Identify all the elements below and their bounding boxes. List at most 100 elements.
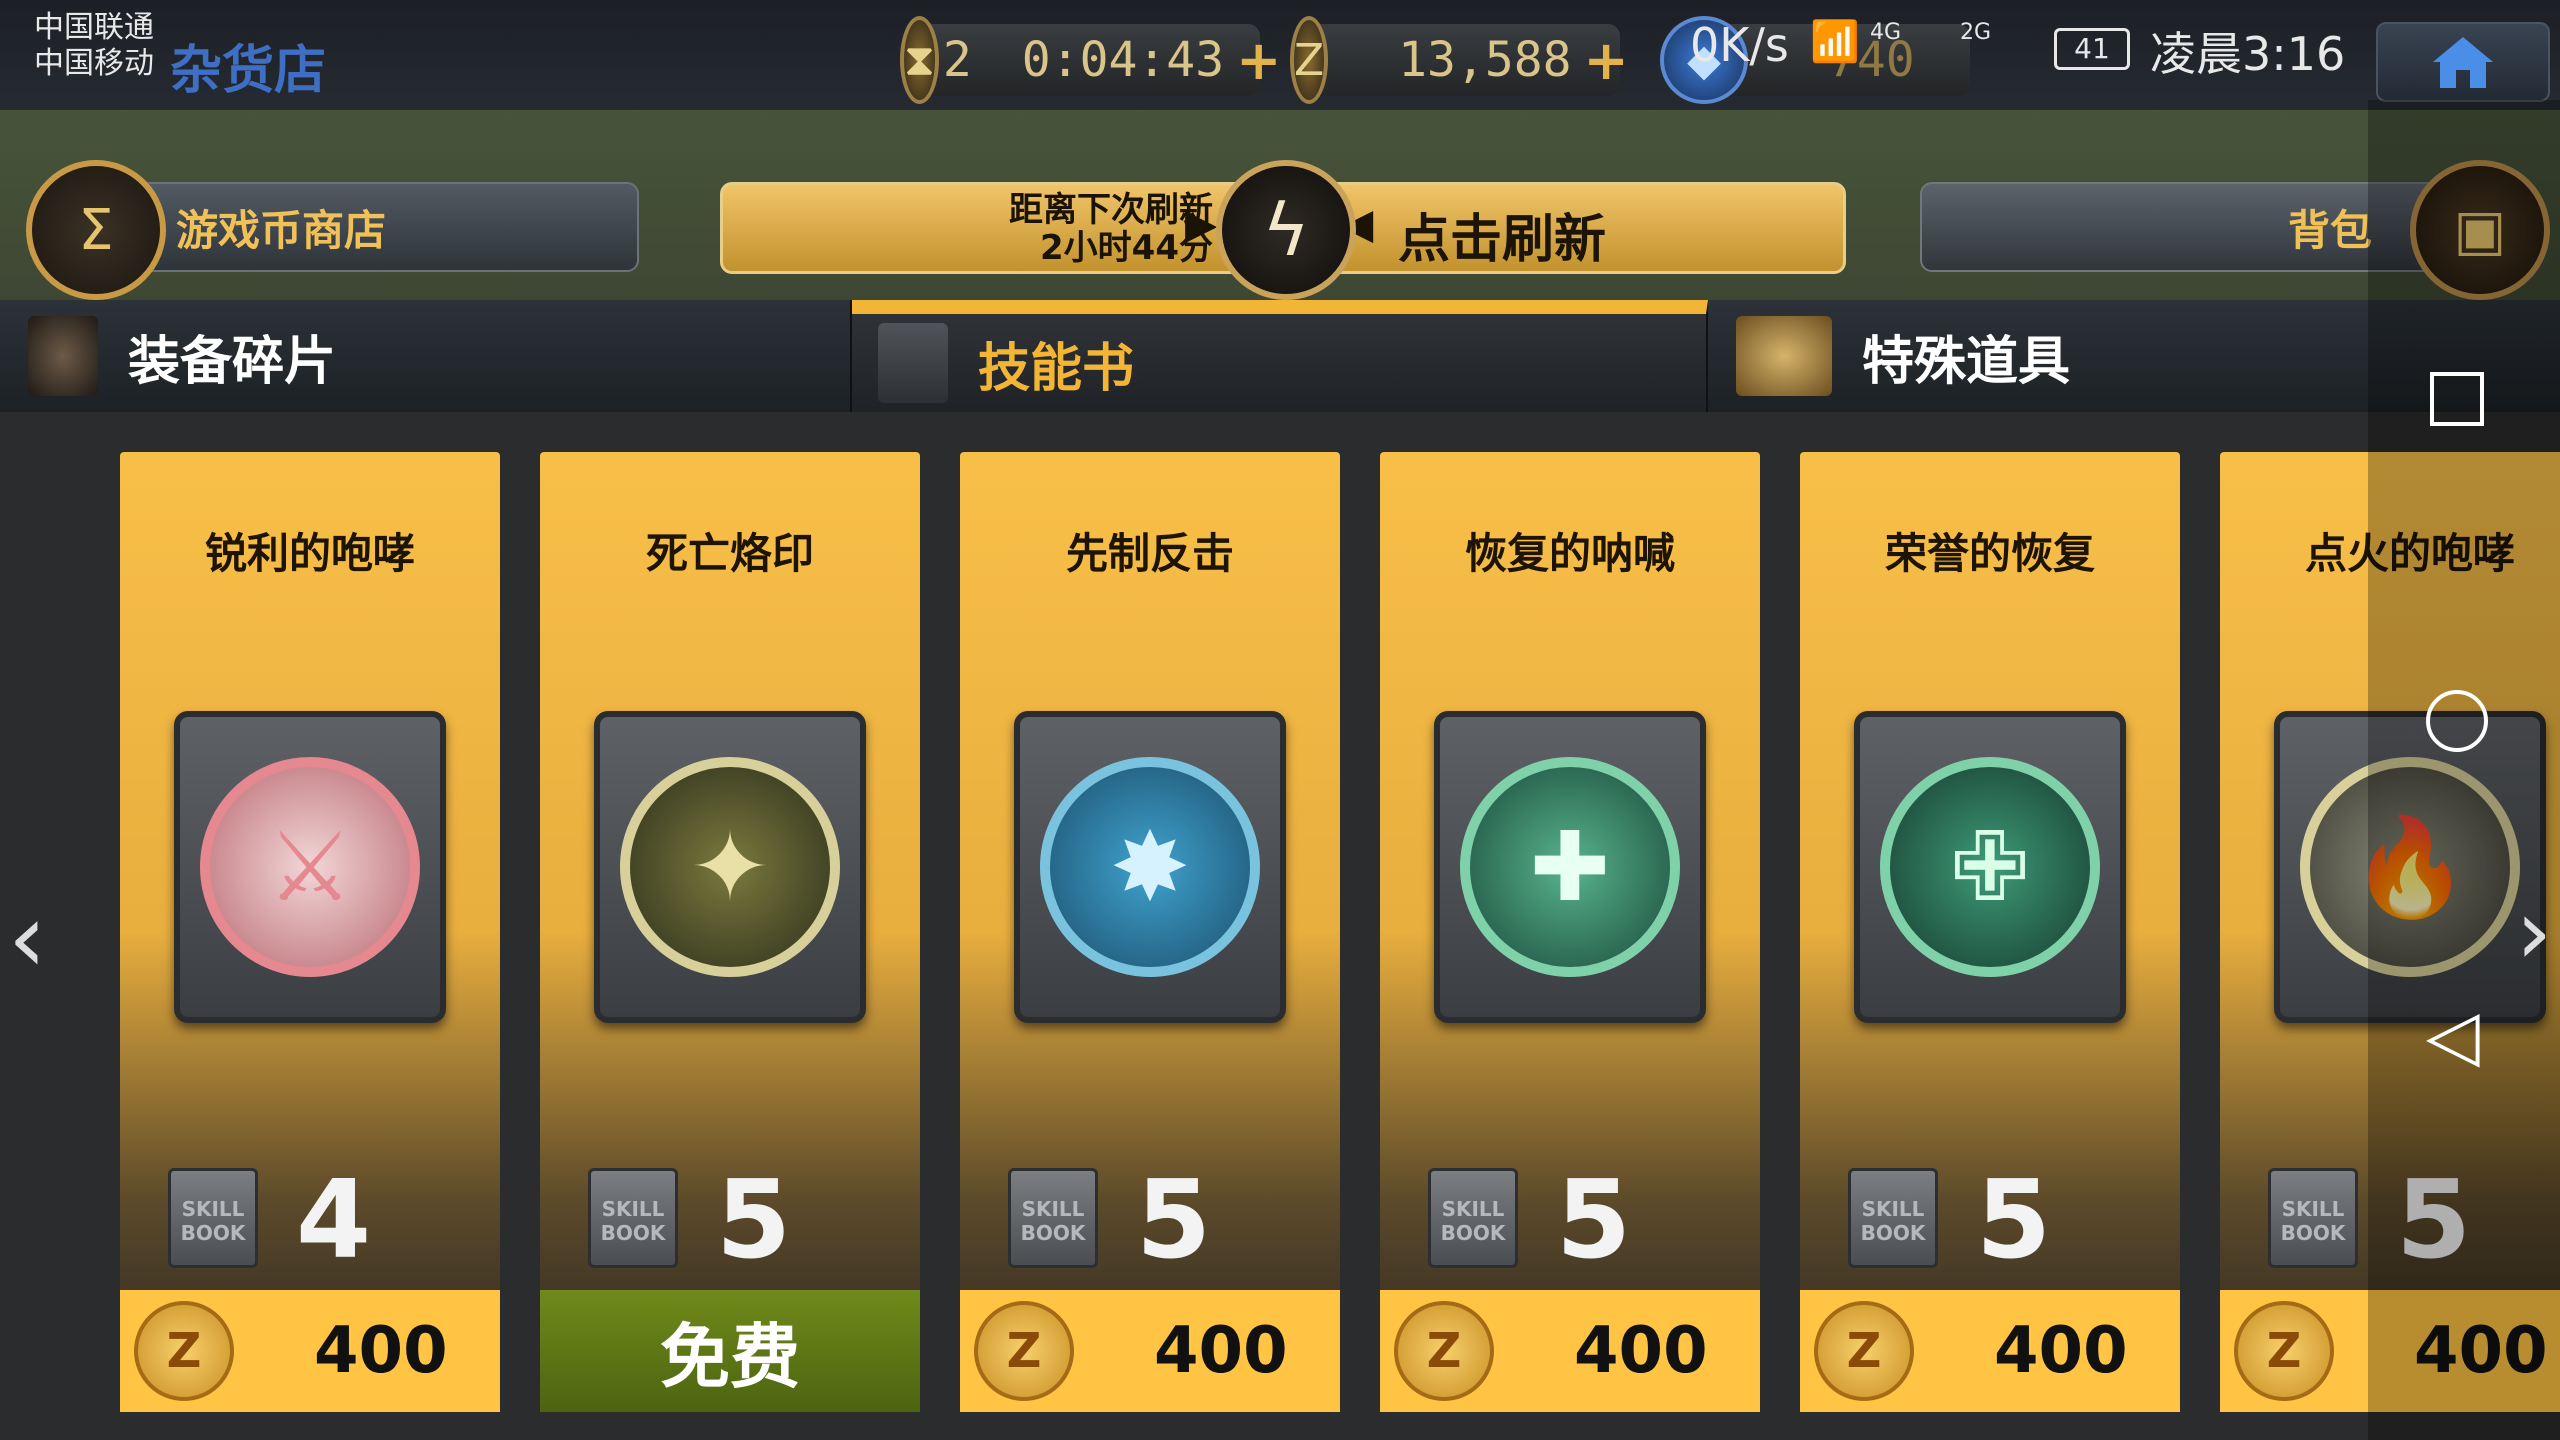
- coin-icon: Z: [134, 1301, 234, 1401]
- refresh-countdown-line2: 2小时44分: [1040, 228, 1213, 268]
- sword-person-icon: ⚔: [200, 757, 420, 977]
- coin-shop-button[interactable]: 游戏币商店: [130, 182, 639, 272]
- price-button[interactable]: Z 400: [1800, 1290, 2180, 1412]
- quantity-row: SKILL BOOK 5: [1380, 1158, 1760, 1283]
- skill-book-cover: ⚔: [174, 711, 446, 1023]
- recent-apps-button[interactable]: [2430, 372, 2484, 426]
- skill-book-cover: ✙: [1854, 711, 2126, 1023]
- coin-shop-label: 游戏币商店: [176, 205, 387, 255]
- item-quantity: 4: [296, 1158, 372, 1283]
- skill-book-cover: ✦: [594, 711, 866, 1023]
- coin-icon: Z: [974, 1301, 1074, 1401]
- price-button[interactable]: Z 400: [1380, 1290, 1760, 1412]
- item-price: 400: [1574, 1314, 1708, 1388]
- item-name: 恢复的呐喊: [1464, 529, 1675, 578]
- signal-2g-label: 2G: [1960, 20, 1992, 45]
- tab-label: 技能书: [978, 338, 1135, 399]
- item-grid: ‹ 锐利的咆哮 ⚔ SKILL BOOK 4 Z 400 死亡烙印 ✦ SKIL…: [0, 412, 2560, 1440]
- free-button[interactable]: 免费: [540, 1290, 920, 1412]
- home-icon: [2433, 37, 2493, 88]
- winged-star-icon: ✦: [620, 757, 840, 977]
- price-button[interactable]: Z 400: [960, 1290, 1340, 1412]
- system-nav-bar: [2368, 100, 2560, 1440]
- home-button[interactable]: [2376, 22, 2550, 102]
- carrier-2: 中国移动: [34, 46, 154, 81]
- arrow-right-icon: ▶: [1185, 199, 1218, 248]
- item-card[interactable]: 锐利的咆哮 ⚔ SKILL BOOK 4 Z 400: [120, 452, 500, 1412]
- carrier-1: 中国联通: [34, 10, 154, 45]
- book-icon: [878, 323, 948, 403]
- refresh-icon[interactable]: ϟ: [1216, 160, 1356, 300]
- person-heal-icon: ✚: [1460, 757, 1680, 977]
- item-card[interactable]: 先制反击 ✸ SKILL BOOK 5 Z 400: [960, 452, 1340, 1412]
- bag-button[interactable]: 背包: [1920, 182, 2444, 272]
- item-name: 荣誉的恢复: [1884, 529, 2095, 578]
- skill-book-badge: SKILL BOOK: [1848, 1168, 1938, 1268]
- coin-resource[interactable]: Z 13,588 +: [1290, 16, 1629, 104]
- add-energy-icon[interactable]: +: [1236, 29, 1281, 92]
- item-quantity: 5: [1976, 1158, 2052, 1283]
- tab-label: 特殊道具: [1862, 331, 2071, 392]
- skill-book-badge: SKILL BOOK: [588, 1168, 678, 1268]
- quantity-row: SKILL BOOK 5: [540, 1158, 920, 1283]
- quantity-row: SKILL BOOK 5: [1800, 1158, 2180, 1283]
- refresh-countdown: 距离下次刷新 2小时44分: [953, 191, 1213, 267]
- item-quantity: 5: [1556, 1158, 1632, 1283]
- item-name: 锐利的咆哮: [204, 529, 415, 578]
- energy-resource[interactable]: ⧗ 2 0:04:43 +: [900, 16, 1281, 104]
- d20-icon: Σ: [26, 160, 166, 300]
- shop-title: 杂货店: [170, 41, 327, 101]
- quantity-row: SKILL BOOK 5: [960, 1158, 1340, 1283]
- clock: 凌晨3:16: [2150, 27, 2346, 81]
- top-bar: 中国联通 中国移动 杂货店 ⧗ 2 0:04:43 + Z 13,588 + ◆…: [0, 0, 2560, 110]
- item-card[interactable]: 死亡烙印 ✦ SKILL BOOK 5 免费: [540, 452, 920, 1412]
- coin-icon: Z: [1290, 16, 1329, 104]
- skill-book-cover: ✚: [1434, 711, 1706, 1023]
- category-tabs: 装备碎片 技能书 特殊道具: [0, 300, 2560, 412]
- skill-book-badge: SKILL BOOK: [168, 1168, 258, 1268]
- back-nav-button[interactable]: ◁: [2426, 1000, 2480, 1070]
- network-speed: 0K/s: [1690, 18, 1789, 72]
- coin-icon: Z: [1814, 1301, 1914, 1401]
- scroll-left-icon[interactable]: ‹: [8, 882, 46, 994]
- coin-count: 13,588: [1398, 32, 1572, 88]
- item-quantity: 5: [1136, 1158, 1212, 1283]
- coin-icon: Z: [1394, 1301, 1494, 1401]
- item-name: 先制反击: [1065, 529, 1234, 578]
- item-price: 400: [1994, 1314, 2128, 1388]
- item-quantity: 5: [716, 1158, 792, 1283]
- energy-timer: 0:04:43: [1021, 32, 1225, 88]
- item-price: 400: [1154, 1314, 1288, 1388]
- scroll-right-icon[interactable]: ›: [2516, 880, 2552, 985]
- tab-label: 装备碎片: [128, 331, 337, 392]
- item-card[interactable]: 荣誉的恢复 ✙ SKILL BOOK 5 Z 400: [1800, 452, 2180, 1412]
- item-price: 免费: [660, 1315, 800, 1398]
- home-nav-button[interactable]: [2426, 690, 2488, 752]
- shield-burst-icon: ✸: [1040, 757, 1260, 977]
- hourglass-icon: ⧗: [900, 16, 939, 104]
- carrier-info: 中国联通 中国移动: [34, 10, 154, 82]
- golden-chest-icon: [1736, 316, 1832, 396]
- quantity-row: SKILL BOOK 4: [120, 1158, 500, 1283]
- energy-count: 2: [942, 32, 972, 88]
- item-price: 400: [314, 1314, 448, 1388]
- skill-book-badge: SKILL BOOK: [1428, 1168, 1518, 1268]
- armor-icon: [28, 316, 98, 396]
- price-button[interactable]: Z 400: [120, 1290, 500, 1412]
- battery-indicator: 41: [2054, 28, 2130, 70]
- refresh-button-label: 点击刷新: [1398, 210, 1607, 270]
- wifi-icon: 📶: [1810, 19, 1860, 65]
- tab-equipment-shards[interactable]: 装备碎片: [0, 300, 852, 412]
- item-name: 死亡烙印: [645, 529, 814, 578]
- signal-4g-label: 4G: [1870, 20, 1902, 45]
- skill-book-cover: ✸: [1014, 711, 1286, 1023]
- winged-cross-icon: ✙: [1880, 757, 2100, 977]
- bag-label: 背包: [2287, 205, 2372, 255]
- shop-header: 游戏币商店 Σ 距离下次刷新 2小时44分 ▶ ◀ 点击刷新 ϟ 背包 ▣: [0, 110, 2560, 300]
- add-coins-icon[interactable]: +: [1584, 29, 1629, 92]
- tab-skill-books[interactable]: 技能书: [852, 300, 1708, 412]
- item-card[interactable]: 恢复的呐喊 ✚ SKILL BOOK 5 Z 400: [1380, 452, 1760, 1412]
- skill-book-badge: SKILL BOOK: [2268, 1168, 2358, 1268]
- refresh-countdown-line1: 距离下次刷新: [1009, 190, 1213, 230]
- skill-book-badge: SKILL BOOK: [1008, 1168, 1098, 1268]
